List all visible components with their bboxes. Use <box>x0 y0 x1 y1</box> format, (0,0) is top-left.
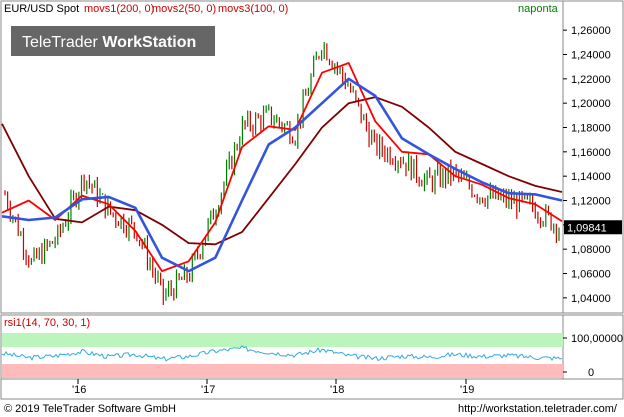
time-axis[interactable] <box>0 378 624 400</box>
watermark-part2: WorkStation <box>102 34 196 51</box>
price-tick-label: 1,16000 <box>571 147 611 159</box>
rsi-overbought-zone <box>2 333 563 347</box>
movs1-label: movs1(200, 0) <box>84 3 154 15</box>
price-tick-label: 1,20000 <box>571 98 611 110</box>
period-label: naponta <box>518 3 559 15</box>
time-label-18: '18 <box>330 384 344 396</box>
price-tick-label: 1,24000 <box>571 50 611 62</box>
time-label-16: '16 <box>72 384 86 396</box>
price-tick-label: 1,26000 <box>571 25 611 37</box>
movs3-label: movs3(100, 0) <box>218 3 288 15</box>
price-tick-label: 1,08000 <box>571 244 611 256</box>
svg-text:TeleTrader WorkStation: TeleTrader WorkStation <box>22 34 196 51</box>
price-tick-label: 1,06000 <box>571 269 611 281</box>
rsi-oversold-zone <box>2 364 563 378</box>
copyright-text: © 2019 TeleTrader Software GmbH <box>4 403 176 415</box>
current-price-label: 1,09841 <box>567 222 607 234</box>
rsi-tick-0-label: 0 <box>588 367 594 379</box>
price-tick-label: 1,14000 <box>571 171 611 183</box>
chart-window: EUR/USD Spot movs1(200, 0) movs2(50, 0) … <box>0 0 624 417</box>
time-label-19: '19 <box>460 384 474 396</box>
price-tick-label: 1,22000 <box>571 74 611 86</box>
watermark-logo: TeleTrader WorkStation <box>11 26 215 56</box>
price-tick-label: 1,12000 <box>571 196 611 208</box>
movs2-label: movs2(50, 0) <box>152 3 216 15</box>
price-tick-label: 1,04000 <box>571 293 611 305</box>
price-tick-label: 1,18000 <box>571 123 611 135</box>
rsi-tick-100-label: 100,00000 <box>571 333 623 345</box>
rsi-label: rsi1(14, 70, 30, 1) <box>4 317 90 329</box>
current-price-marker: 1,09841 <box>564 220 622 235</box>
time-label-17: '17 <box>201 384 215 396</box>
source-url[interactable]: http://workstation.teletrader.com/ <box>458 403 618 415</box>
watermark-part1: TeleTrader <box>22 34 102 51</box>
instrument-label: EUR/USD Spot <box>4 3 79 15</box>
